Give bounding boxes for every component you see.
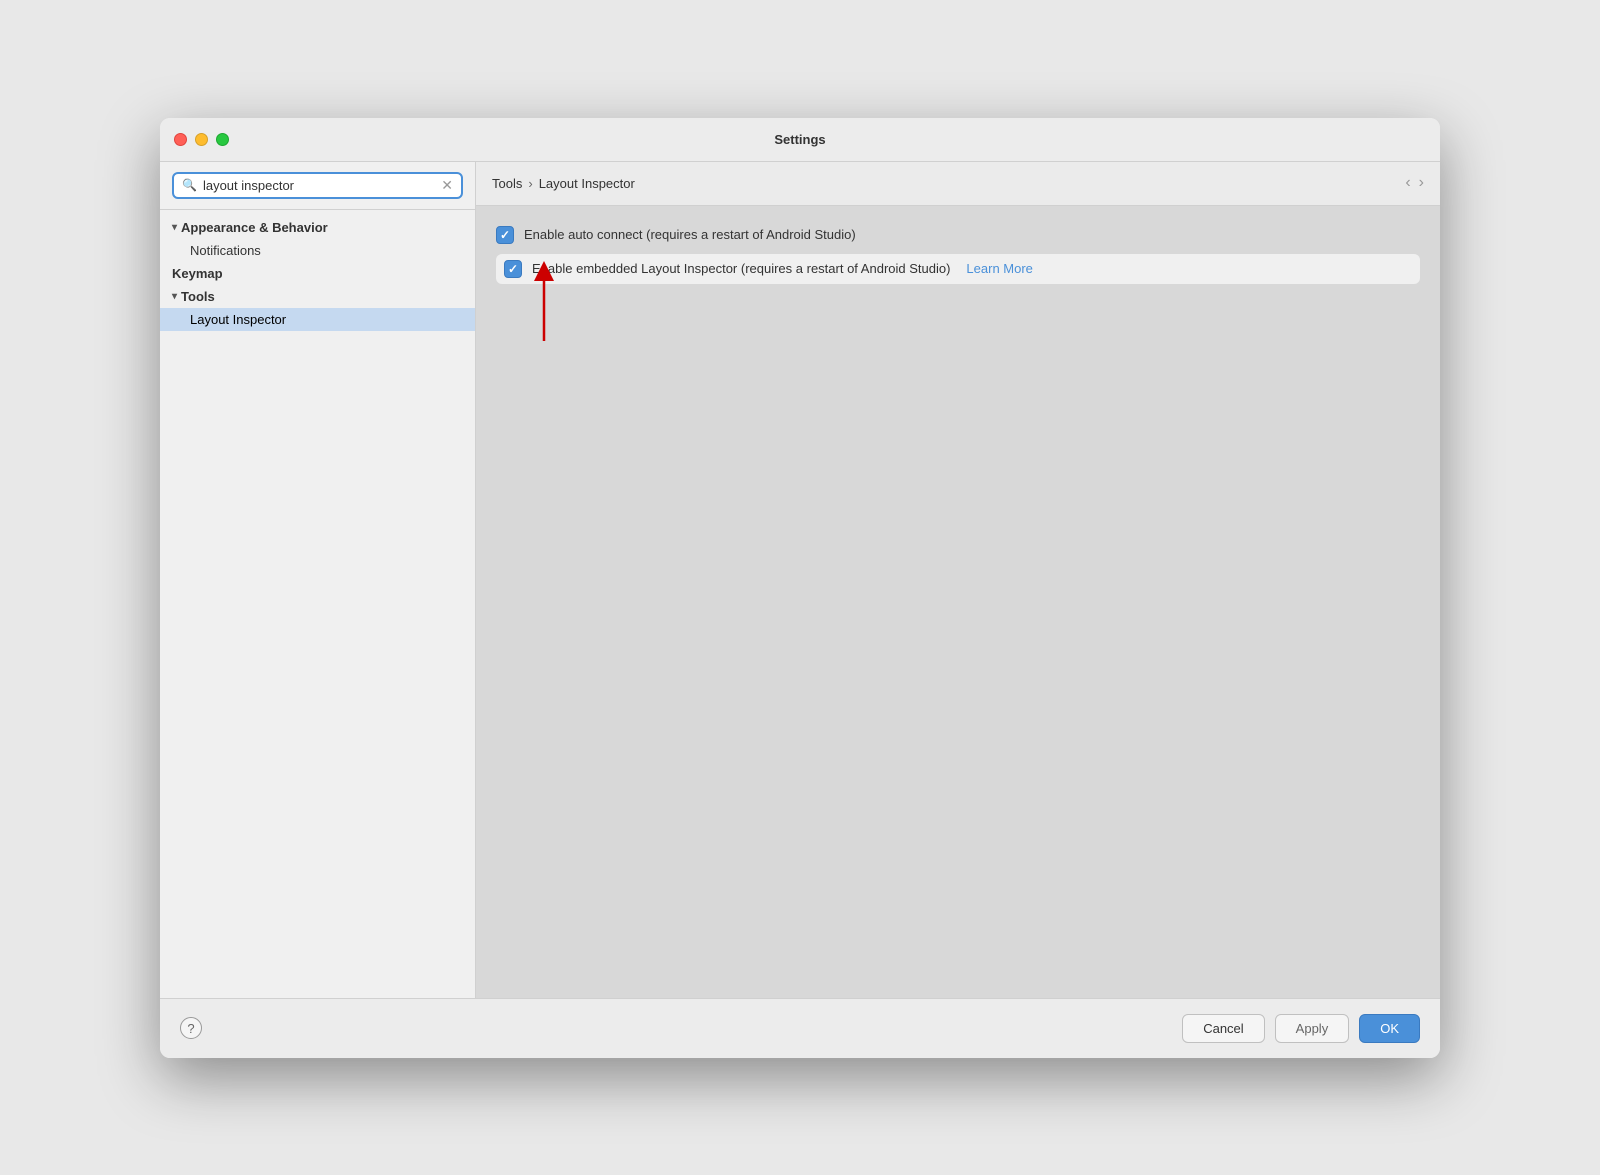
checkbox-check-icon: ✓ <box>508 263 518 275</box>
settings-window: Settings 🔍 ✕ ▾ Appearance & Behavior Not… <box>160 118 1440 1058</box>
footer-left: ? <box>180 1017 202 1039</box>
help-button[interactable]: ? <box>180 1017 202 1039</box>
chevron-icon: ▾ <box>172 222 177 233</box>
close-button[interactable] <box>174 133 187 146</box>
ok-button[interactable]: OK <box>1359 1014 1420 1043</box>
window-title: Settings <box>774 132 825 147</box>
content-area: Tools › Layout Inspector ‹ › ✓ Enable au… <box>476 162 1440 998</box>
apply-button[interactable]: Apply <box>1275 1014 1350 1043</box>
embedded-layout-inspector-checkbox[interactable]: ✓ <box>504 260 522 278</box>
embedded-layout-inspector-label: Enable embedded Layout Inspector (requir… <box>532 261 950 276</box>
sidebar-item-label: Tools <box>181 289 215 304</box>
sidebar-item-layout-inspector[interactable]: Layout Inspector <box>160 308 475 331</box>
clear-search-button[interactable]: ✕ <box>441 178 453 192</box>
embedded-layout-inspector-row: ✓ Enable embedded Layout Inspector (requ… <box>496 254 1420 284</box>
breadcrumb-root: Tools <box>492 176 522 191</box>
forward-button[interactable]: › <box>1419 174 1424 192</box>
title-bar: Settings <box>160 118 1440 162</box>
sidebar-item-appearance-behavior[interactable]: ▾ Appearance & Behavior <box>160 216 475 239</box>
back-button[interactable]: ‹ <box>1405 174 1410 192</box>
chevron-icon: ▾ <box>172 291 177 302</box>
search-input[interactable] <box>203 178 435 193</box>
main-area: 🔍 ✕ ▾ Appearance & Behavior Notification… <box>160 162 1440 998</box>
sidebar-item-keymap[interactable]: Keymap <box>160 262 475 285</box>
search-icon: 🔍 <box>182 178 197 192</box>
breadcrumb-separator: › <box>528 176 532 191</box>
search-container: 🔍 ✕ <box>160 162 475 210</box>
sidebar-item-label: Keymap <box>172 266 223 281</box>
sidebar-item-label: Notifications <box>190 243 261 258</box>
learn-more-link[interactable]: Learn More <box>966 261 1032 276</box>
content-header: Tools › Layout Inspector ‹ › <box>476 162 1440 206</box>
breadcrumb-current: Layout Inspector <box>539 176 635 191</box>
auto-connect-checkbox[interactable]: ✓ <box>496 226 514 244</box>
footer-right: Cancel Apply OK <box>1182 1014 1420 1043</box>
minimize-button[interactable] <box>195 133 208 146</box>
sidebar: 🔍 ✕ ▾ Appearance & Behavior Notification… <box>160 162 476 998</box>
sidebar-item-label: Layout Inspector <box>190 312 286 327</box>
help-icon: ? <box>187 1021 194 1036</box>
annotation-arrow <box>524 261 564 354</box>
nav-arrows: ‹ › <box>1405 174 1424 192</box>
maximize-button[interactable] <box>216 133 229 146</box>
settings-panel: ✓ Enable auto connect (requires a restar… <box>476 206 1440 998</box>
search-box[interactable]: 🔍 ✕ <box>172 172 463 199</box>
auto-connect-label: Enable auto connect (requires a restart … <box>524 227 856 242</box>
sidebar-item-tools[interactable]: ▾ Tools <box>160 285 475 308</box>
sidebar-item-label: Appearance & Behavior <box>181 220 328 235</box>
sidebar-item-notifications[interactable]: Notifications <box>160 239 475 262</box>
nav-tree: ▾ Appearance & Behavior Notifications Ke… <box>160 210 475 998</box>
checkbox-check-icon: ✓ <box>500 229 510 241</box>
breadcrumb: Tools › Layout Inspector <box>492 176 635 191</box>
cancel-button[interactable]: Cancel <box>1182 1014 1264 1043</box>
traffic-lights <box>174 133 229 146</box>
auto-connect-row: ✓ Enable auto connect (requires a restar… <box>496 226 1420 244</box>
footer: ? Cancel Apply OK <box>160 998 1440 1058</box>
